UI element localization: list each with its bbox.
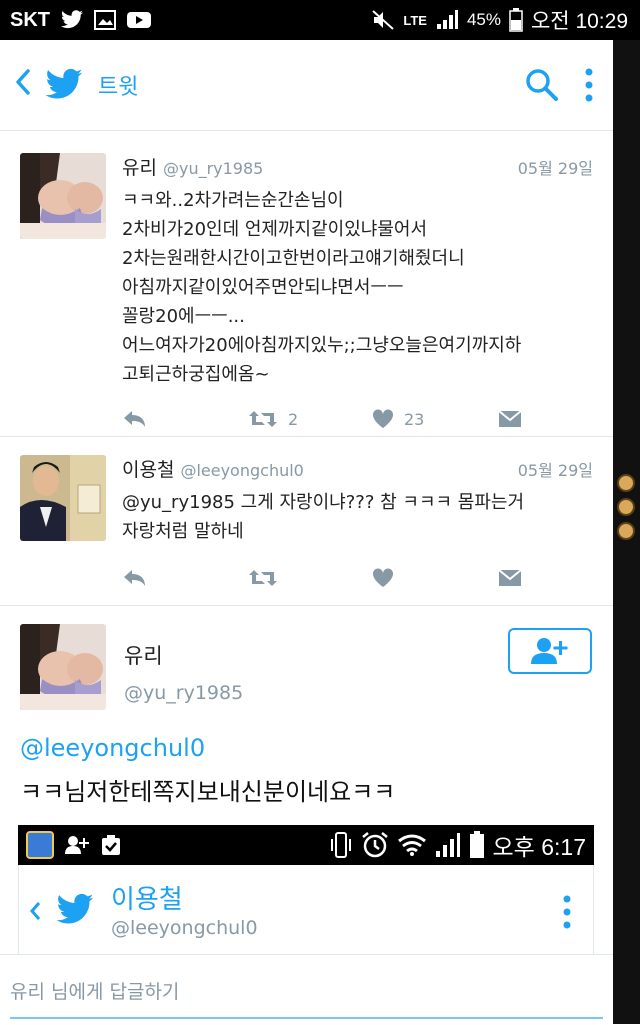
envelope-icon xyxy=(498,569,522,586)
envelope-icon xyxy=(498,410,522,427)
tweet[interactable]: 유리 @yu_ry1985 05월 29일 ㅋㅋ와..2차가려는순간손님이 2차… xyxy=(0,131,613,437)
retweet-button[interactable]: 2 xyxy=(248,409,372,429)
mention-link[interactable]: @leeyongchul0 xyxy=(20,734,205,762)
embedded-status-bar: 오후 6:17 xyxy=(18,825,594,865)
game-app-icon xyxy=(26,831,54,859)
author-handle[interactable]: @leeyongchul0 xyxy=(180,461,303,480)
vibrate-icon xyxy=(330,832,351,858)
signal-icon xyxy=(435,833,460,857)
tweet-line: @yu_ry1985 그게 자랑이냐??? 참 ㅋㅋㅋ 몸파는거 xyxy=(122,492,525,513)
add-user-notification-icon xyxy=(65,836,89,854)
tweet-line: 어느여자가20에아침까지있누;;그냥오늘은여기까지하 xyxy=(122,335,522,356)
twitter-notification-icon xyxy=(61,10,83,29)
battery-percent: 45% xyxy=(466,10,501,29)
tweet-text: @yu_ry1985 그게 자랑이냐??? 참 ㅋㅋㅋ 몸파는거 자랑처럼 말하… xyxy=(122,488,593,546)
add-user-icon xyxy=(531,638,568,664)
author-name[interactable]: 이용철 xyxy=(122,455,174,482)
search-icon[interactable] xyxy=(525,68,559,102)
twitter-bird-icon xyxy=(45,68,83,99)
like-button[interactable]: 23 xyxy=(372,409,498,429)
tweet-line: 2차는원래한시간이고한번이라고얘기해줬더니 xyxy=(122,248,465,269)
author-name[interactable]: 유리 xyxy=(122,153,157,180)
like-button[interactable] xyxy=(372,568,498,588)
tweet-text: ㅋㅋ님저한테쪽지보내신분이네요ㅋㅋ xyxy=(20,778,396,806)
overflow-menu-icon xyxy=(563,895,571,929)
alarm-icon xyxy=(361,832,388,858)
back-icon xyxy=(30,902,41,920)
tweet-line: 자랑처럼 말하네 xyxy=(122,521,244,542)
battery-icon xyxy=(509,8,523,32)
twitter-app: 트윗 유리 @yu_ry1985 05월 29일 ㅋㅋ와..2차가려는순간손님이… xyxy=(0,40,613,1025)
reply-bar[interactable]: 유리 님에게 답글하기 xyxy=(0,954,613,1025)
tweet-line: 고퇴근하궁집에옴~ xyxy=(122,364,270,385)
signal-icon xyxy=(436,10,458,29)
reply-button[interactable] xyxy=(122,568,248,588)
floating-shortcut-icon[interactable] xyxy=(617,498,635,516)
floating-shortcut-icon[interactable] xyxy=(617,474,635,492)
status-bar: SKT LTE 45% 오전 10:29 xyxy=(0,0,640,40)
follow-button[interactable] xyxy=(508,628,592,674)
reply-button[interactable] xyxy=(122,409,248,429)
avatar[interactable] xyxy=(20,624,106,710)
clock: 오전 10:29 xyxy=(530,10,628,33)
back-icon[interactable] xyxy=(8,66,38,104)
reply-underline xyxy=(10,1017,603,1019)
youtube-notification-icon xyxy=(127,12,151,28)
reply-icon xyxy=(124,570,145,586)
author-name[interactable]: 유리 xyxy=(124,640,243,670)
retweet-button[interactable] xyxy=(248,568,372,588)
author-handle[interactable]: @yu_ry1985 xyxy=(163,159,263,178)
avatar[interactable] xyxy=(20,455,106,541)
tweet-line: 2차비가20인데 언제까지같이있냐물어서 xyxy=(122,219,428,240)
retweet-count: 2 xyxy=(288,409,299,429)
embedded-profile-handle: @leeyongchul0 xyxy=(111,917,258,939)
reply-icon xyxy=(124,411,145,427)
battery-icon xyxy=(469,831,484,858)
direct-message-button[interactable] xyxy=(498,569,522,587)
heart-icon xyxy=(372,568,394,587)
mute-icon xyxy=(372,10,395,30)
carrier-label: SKT xyxy=(10,8,50,31)
heart-icon xyxy=(372,409,394,428)
side-overlay-strip xyxy=(613,40,640,1024)
tweet-line: 아침까지같이있어주면안되냐면서ㅡㅡ xyxy=(122,277,404,298)
top-app-bar: 트윗 xyxy=(0,40,613,131)
author-handle[interactable]: @yu_ry1985 xyxy=(124,682,243,704)
overflow-menu-icon[interactable] xyxy=(585,68,593,102)
page-title: 트윗 xyxy=(98,75,139,100)
tweet-date: 05월 29일 xyxy=(517,461,593,480)
network-type: LTE xyxy=(403,12,427,28)
tweet[interactable]: 이용철 @leeyongchul0 05월 29일 @yu_ry1985 그게 … xyxy=(0,437,613,606)
tweet-date: 05월 29일 xyxy=(517,159,593,178)
wifi-icon xyxy=(397,834,426,856)
reply-input[interactable]: 유리 님에게 답글하기 xyxy=(10,977,179,1004)
clipboard-check-icon xyxy=(102,835,120,855)
embedded-profile-name: 이용철 xyxy=(111,885,183,915)
tweet-line: ㅋㅋ와..2차가려는순간손님이 xyxy=(122,190,344,211)
like-count: 23 xyxy=(404,409,425,429)
tweet-line: 꼴랑20에ㅡㅡ... xyxy=(122,306,245,327)
twitter-bird-icon xyxy=(56,893,94,924)
avatar[interactable] xyxy=(20,153,106,239)
tweet-text: ㅋㅋ와..2차가려는순간손님이 2차비가20인데 언제까지같이있냐물어서 2차는… xyxy=(122,186,593,389)
direct-message-button[interactable] xyxy=(498,410,522,428)
embedded-clock: 오후 6:17 xyxy=(492,834,586,860)
gallery-notification-icon xyxy=(94,10,116,30)
retweet-icon xyxy=(249,570,277,586)
retweet-icon xyxy=(249,411,277,427)
floating-shortcut-icon[interactable] xyxy=(617,522,635,540)
